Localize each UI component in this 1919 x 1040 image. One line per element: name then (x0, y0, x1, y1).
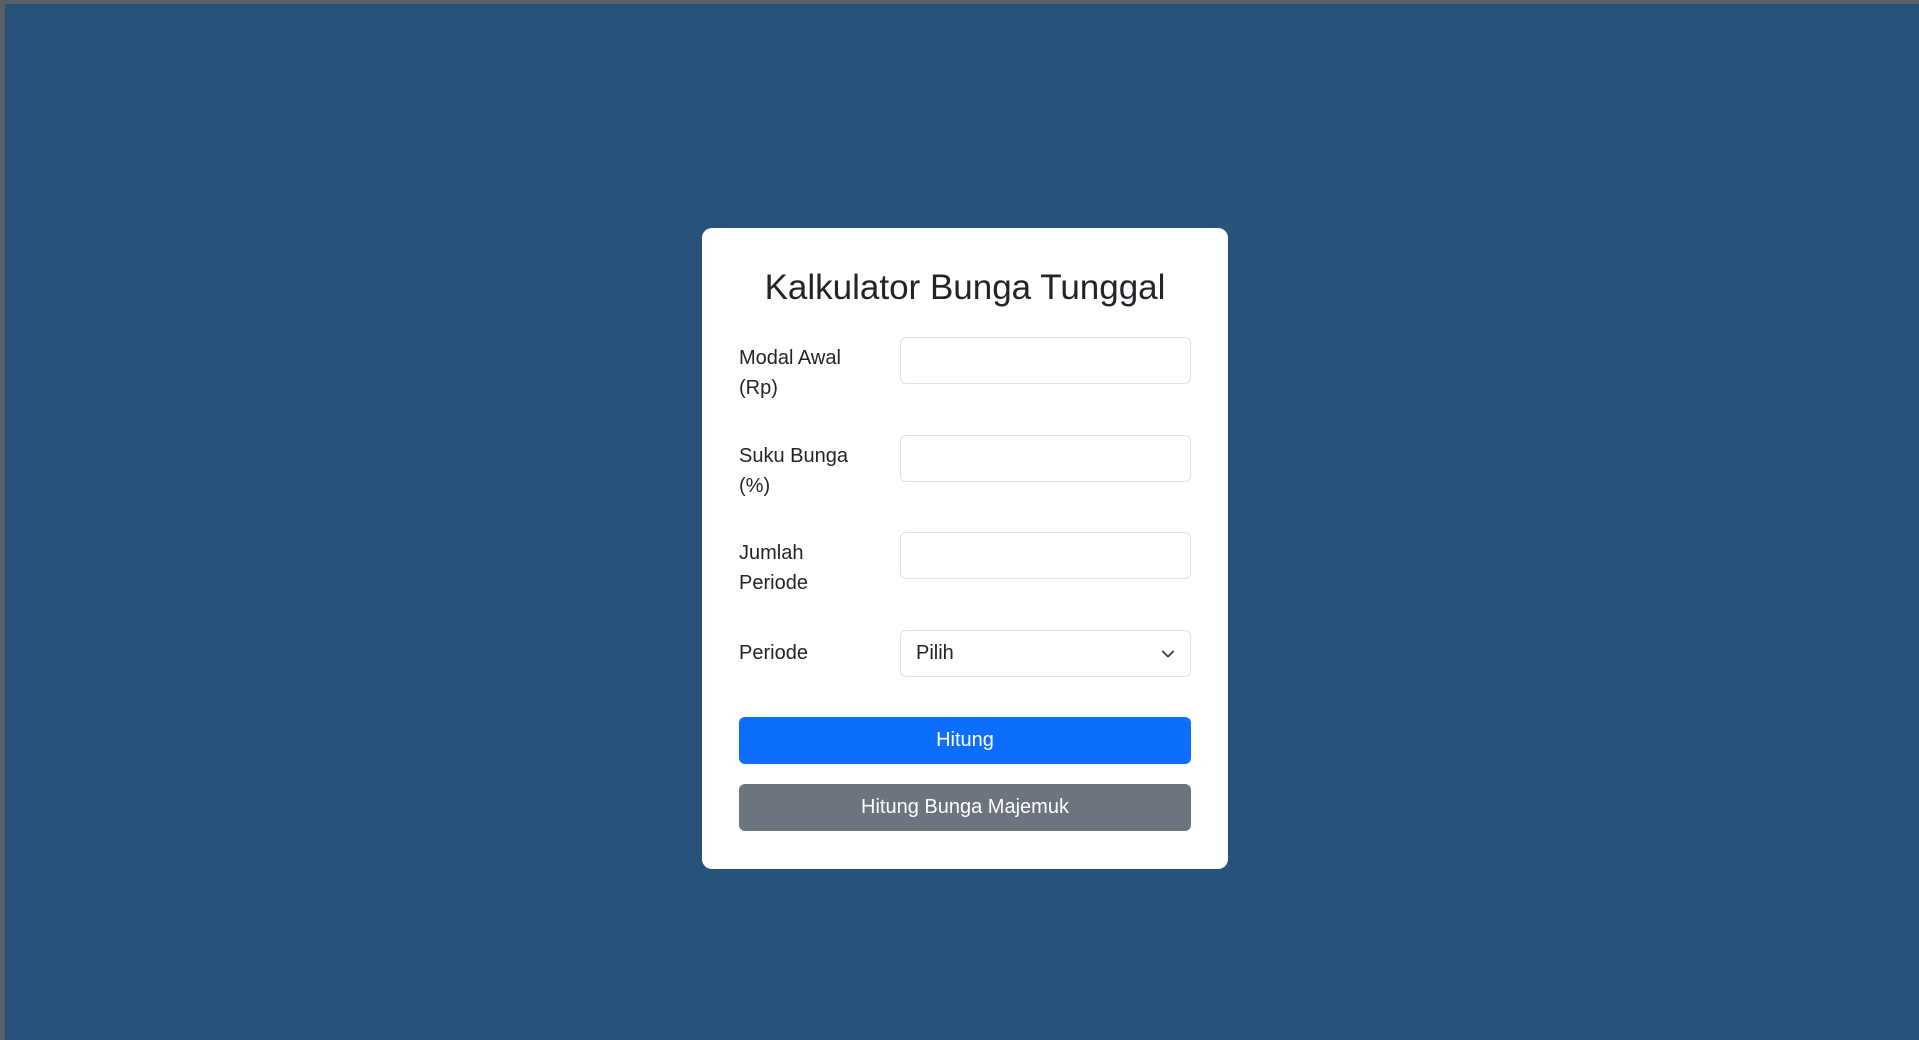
jumlah-periode-label: Jumlah Periode (739, 538, 879, 598)
modal-awal-label-line2: (Rp) (739, 377, 778, 399)
modal-awal-label-line1: Modal Awal (739, 347, 841, 369)
jumlah-periode-input[interactable] (900, 532, 1191, 579)
jumlah-periode-label-line1: Jumlah (739, 542, 804, 564)
jumlah-periode-label-line2: Periode (739, 572, 808, 594)
chevron-down-icon (1161, 650, 1175, 657)
hitung-bunga-majemuk-button[interactable]: Hitung Bunga Majemuk (739, 784, 1191, 831)
suku-bunga-label-line1: Suku Bunga (739, 445, 848, 467)
periode-label: Periode (739, 642, 808, 664)
suku-bunga-label-line2: (%) (739, 475, 771, 497)
modal-awal-label: Modal Awal (Rp) (739, 343, 879, 403)
calculator-card: Kalkulator Bunga Tunggal Modal Awal (Rp)… (702, 228, 1228, 869)
page-background: Kalkulator Bunga Tunggal Modal Awal (Rp)… (5, 4, 1919, 1040)
hitung-button[interactable]: Hitung (739, 717, 1191, 764)
page-title: Kalkulator Bunga Tunggal (764, 268, 1166, 307)
modal-awal-input[interactable] (900, 337, 1191, 384)
periode-select[interactable]: Pilih (900, 630, 1191, 677)
suku-bunga-input[interactable] (900, 435, 1191, 482)
suku-bunga-label: Suku Bunga (%) (739, 441, 879, 501)
periode-select-value: Pilih (916, 642, 954, 664)
